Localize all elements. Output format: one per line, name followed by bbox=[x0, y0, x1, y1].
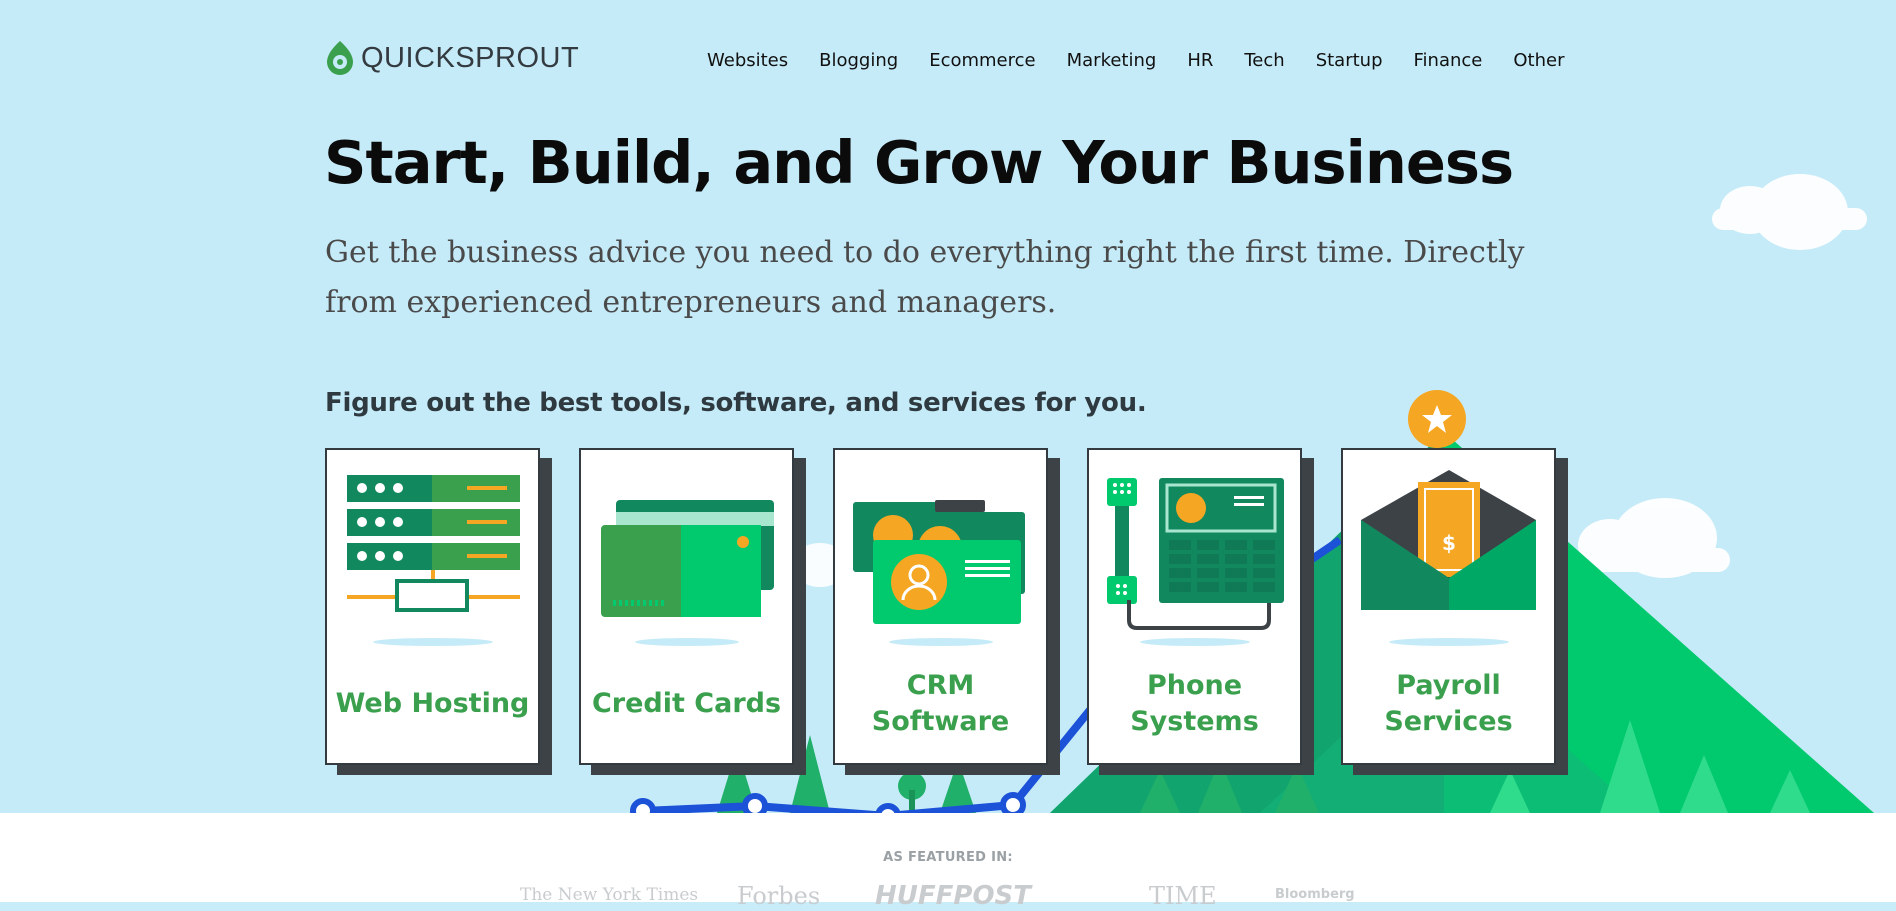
card-label-line2: Systems bbox=[1130, 706, 1259, 737]
tools-lead: Figure out the best tools, software, and… bbox=[325, 388, 1147, 418]
nyt-logo: The New York Times bbox=[520, 885, 699, 905]
contact-cards-icon bbox=[835, 450, 1046, 660]
card-label: Web Hosting bbox=[335, 688, 530, 719]
card-label-line1: Phone bbox=[1146, 670, 1243, 701]
credit-card-icon bbox=[581, 450, 792, 660]
nav-item-other[interactable]: Other bbox=[1513, 50, 1564, 71]
card-payroll-services[interactable]: $ Payroll Services bbox=[1341, 448, 1556, 765]
card-label: CRM Software bbox=[835, 668, 1046, 740]
nav-item-startup[interactable]: Startup bbox=[1316, 50, 1383, 71]
card-label: Payroll Services bbox=[1343, 668, 1554, 740]
card-label-line1: CRM bbox=[906, 670, 975, 701]
main-nav: Websites Blogging Ecommerce Marketing HR… bbox=[707, 50, 1565, 71]
svg-text:$: $ bbox=[1442, 531, 1456, 555]
cloud-right-top bbox=[1712, 174, 1867, 250]
envelope-money-icon: $ bbox=[1343, 450, 1554, 660]
card-label-line1: Payroll bbox=[1396, 670, 1501, 701]
server-icon bbox=[327, 450, 538, 660]
card-label-line2: Software bbox=[871, 706, 1010, 737]
featured-heading: AS FEATURED IN: bbox=[883, 850, 1013, 865]
cloud-right-mid bbox=[1578, 498, 1730, 578]
nav-item-hr[interactable]: HR bbox=[1187, 50, 1213, 71]
huffpost-logo: HUFFPOST bbox=[875, 881, 1032, 911]
nav-item-finance[interactable]: Finance bbox=[1414, 50, 1483, 71]
nav-item-marketing[interactable]: Marketing bbox=[1067, 50, 1157, 71]
card-label: Credit Cards bbox=[591, 688, 782, 719]
card-crm-software[interactable]: CRM Software bbox=[833, 448, 1048, 765]
card-label-line2: Services bbox=[1384, 706, 1513, 737]
nav-item-blogging[interactable]: Blogging bbox=[819, 50, 898, 71]
page-title: Start, Build, and Grow Your Business bbox=[324, 128, 1514, 197]
nav-item-websites[interactable]: Websites bbox=[707, 50, 788, 71]
bloomberg-logo: Bloomberg bbox=[1275, 887, 1355, 902]
hero-subtitle: Get the business advice you need to do e… bbox=[325, 235, 1525, 320]
desk-phone-icon bbox=[1089, 450, 1300, 660]
nav-item-ecommerce[interactable]: Ecommerce bbox=[929, 50, 1035, 71]
card-credit-cards[interactable]: Credit Cards bbox=[579, 448, 794, 765]
quicksprout-logo[interactable]: QUICKSPROUT bbox=[325, 39, 579, 77]
nav-item-tech[interactable]: Tech bbox=[1244, 50, 1284, 71]
press-logos: The New York Times Forbes HUFFPOST TIME … bbox=[0, 881, 1896, 911]
card-phone-systems[interactable]: Phone Systems bbox=[1087, 448, 1302, 765]
forbes-logo: Forbes bbox=[737, 882, 821, 910]
sprout-icon bbox=[327, 41, 353, 75]
card-web-hosting[interactable]: Web Hosting bbox=[325, 448, 540, 765]
time-logo: TIME bbox=[1149, 882, 1217, 910]
card-label: Phone Systems bbox=[1089, 668, 1300, 740]
brand-name: QUICKSPROUT bbox=[361, 41, 580, 74]
